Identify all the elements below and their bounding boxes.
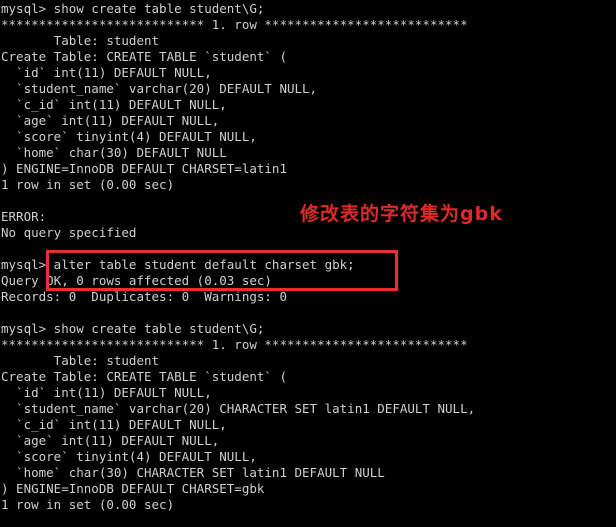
terminal-line: ) ENGINE=InnoDB DEFAULT CHARSET=latin1 xyxy=(1,161,287,176)
terminal-line: mysql> alter table student default chars… xyxy=(1,257,355,272)
terminal-line: `score` tinyint(4) DEFAULT NULL, xyxy=(1,449,257,464)
console-output[interactable]: mysql> show create table student\G; *****… xyxy=(0,1,616,513)
terminal-line: `home` char(30) CHARACTER SET latin1 DEF… xyxy=(1,465,385,480)
terminal-line: mysql> show create table student\G; xyxy=(1,321,265,336)
terminal-line: `id` int(11) DEFAULT NULL, xyxy=(1,65,212,80)
terminal-window: mysql> show create table student\G; *****… xyxy=(0,0,616,527)
terminal-line: `c_id` int(11) DEFAULT NULL, xyxy=(1,417,227,432)
terminal-line: Create Table: CREATE TABLE `student` ( xyxy=(1,369,287,384)
terminal-line: *************************** 1. row *****… xyxy=(1,337,468,352)
terminal-line: Query OK, 0 rows affected (0.03 sec) xyxy=(1,273,272,288)
terminal-line: 1 row in set (0.00 sec) xyxy=(1,497,175,512)
terminal-line: Table: student xyxy=(1,33,160,48)
terminal-line: *************************** 1. row *****… xyxy=(1,17,468,32)
terminal-line: `home` char(30) DEFAULT NULL xyxy=(1,145,227,160)
terminal-line: `id` int(11) DEFAULT NULL, xyxy=(1,385,212,400)
terminal-line: `score` tinyint(4) DEFAULT NULL, xyxy=(1,129,257,144)
terminal-line: mysql> show create table student\G; xyxy=(1,1,265,16)
terminal-line: `c_id` int(11) DEFAULT NULL, xyxy=(1,97,227,112)
terminal-line: `age` int(11) DEFAULT NULL, xyxy=(1,433,220,448)
terminal-line: 1 row in set (0.00 sec) xyxy=(1,177,175,192)
terminal-line: ) ENGINE=InnoDB DEFAULT CHARSET=gbk xyxy=(1,481,265,496)
terminal-line: Table: student xyxy=(1,353,160,368)
terminal-line: `student_name` varchar(20) DEFAULT NULL, xyxy=(1,81,318,96)
terminal-line: Records: 0 Duplicates: 0 Warnings: 0 xyxy=(1,289,287,304)
terminal-line: Create Table: CREATE TABLE `student` ( xyxy=(1,49,287,64)
terminal-line: `student_name` varchar(20) CHARACTER SET… xyxy=(1,401,476,416)
terminal-line: `age` int(11) DEFAULT NULL, xyxy=(1,113,220,128)
annotation-text-charset-gbk: 修改表的字符集为gbk xyxy=(300,203,503,225)
terminal-line: No query specified xyxy=(1,225,137,240)
